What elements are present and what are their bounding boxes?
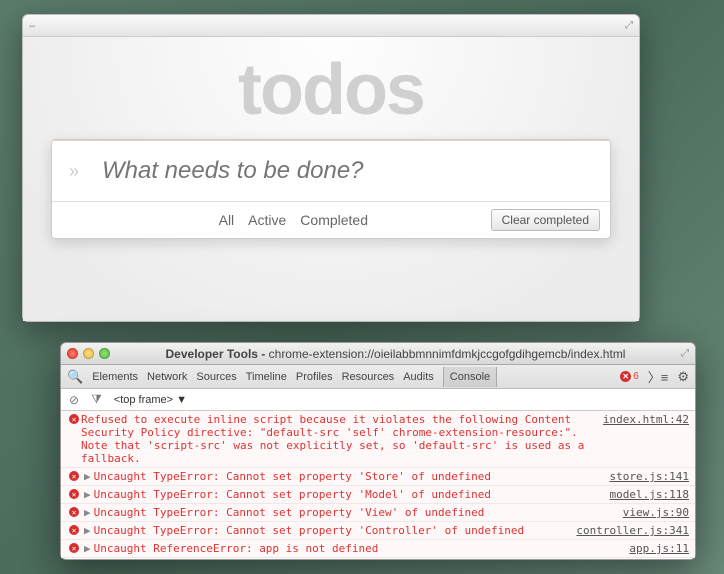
error-message: Refused to execute inline script because… (81, 413, 595, 465)
source-link[interactable]: index.html:42 (595, 413, 689, 426)
error-icon: ✕ (69, 543, 79, 553)
expand-arrow-icon[interactable]: ▶ (81, 542, 94, 555)
error-message: Uncaught ReferenceError: app is not defi… (94, 542, 622, 555)
footer-row: All Active Completed Clear completed (52, 202, 610, 238)
minimize-icon[interactable] (83, 348, 94, 359)
tab-elements[interactable]: Elements (92, 371, 138, 383)
filter-icon[interactable]: ⧩ (91, 392, 102, 407)
error-message: Uncaught TypeError: Cannot set property … (94, 506, 615, 519)
settings-gear-icon[interactable]: ⚙ (677, 369, 689, 385)
source-link[interactable]: model.js:118 (602, 488, 689, 501)
console-message-row: ✕Refused to execute inline script becaus… (61, 411, 695, 468)
console-message-row: ✕▶Uncaught TypeError: Cannot set propert… (61, 504, 695, 522)
devtools-window: Developer Tools - chrome-extension://oie… (60, 342, 696, 560)
clear-completed-button[interactable]: Clear completed (491, 209, 600, 231)
source-link[interactable]: store.js:141 (602, 470, 689, 483)
error-message: Uncaught TypeError: Cannot set property … (94, 470, 602, 483)
error-count-badge[interactable]: ✕ 6 (620, 371, 639, 382)
error-icon: ✕ (69, 525, 79, 535)
source-link[interactable]: controller.js:341 (568, 524, 689, 537)
error-icon: ✕ (69, 489, 79, 499)
drawer-toggle-icon[interactable]: 〉≡ (648, 367, 669, 386)
traffic-lights (67, 348, 110, 359)
source-link[interactable]: app.js:11 (621, 542, 689, 555)
tab-resources[interactable]: Resources (342, 371, 395, 383)
toggle-all-icon[interactable]: » (52, 161, 96, 182)
frame-selector[interactable]: <top frame> ▼ (114, 394, 187, 406)
clear-console-icon[interactable]: ⊘ (69, 393, 79, 407)
console-subbar: ⊘ ⧩ <top frame> ▼ (61, 389, 695, 411)
zoom-icon[interactable] (99, 348, 110, 359)
error-message: Uncaught TypeError: Cannot set property … (94, 488, 602, 501)
error-icon: ✕ (69, 507, 79, 517)
expand-arrow-icon[interactable]: ▶ (81, 470, 94, 483)
todo-card: » All Active Completed Clear completed (51, 139, 611, 239)
new-todo-input[interactable] (96, 151, 610, 191)
tab-console[interactable]: Console (443, 367, 497, 387)
tab-network[interactable]: Network (147, 371, 187, 383)
console-message-row: ✕▶Uncaught ReferenceError: app is not de… (61, 540, 695, 558)
expand-arrow-icon[interactable]: ▶ (81, 488, 94, 501)
close-icon[interactable] (67, 348, 78, 359)
devtools-titlebar[interactable]: Developer Tools - chrome-extension://oie… (61, 343, 695, 365)
source-link[interactable]: view.js:90 (615, 506, 689, 519)
tab-audits[interactable]: Audits (403, 371, 434, 383)
input-row: » (52, 140, 610, 202)
expand-icon[interactable]: ⤢ (617, 20, 633, 31)
console-message-row: ✕▶Uncaught TypeError: Cannot set propert… (61, 522, 695, 540)
error-icon: ✕ (69, 414, 79, 424)
tab-timeline[interactable]: Timeline (246, 371, 287, 383)
tab-profiles[interactable]: Profiles (296, 371, 333, 383)
todos-app-window: – ⤢ todos » All Active Completed Clear c… (22, 14, 640, 322)
filter-active[interactable]: Active (248, 212, 286, 228)
filter-completed[interactable]: Completed (300, 212, 368, 228)
error-icon: ✕ (69, 471, 79, 481)
devtools-toolbar: 🔍 Elements Network Sources Timeline Prof… (61, 365, 695, 389)
error-icon: ✕ (620, 371, 631, 382)
expand-arrow-icon[interactable]: ▶ (81, 506, 94, 519)
error-message: Uncaught TypeError: Cannot set property … (94, 524, 569, 537)
filter-group: All Active Completed (96, 212, 491, 228)
app-title: todos (23, 49, 639, 131)
app-body: todos » All Active Completed Clear compl… (23, 37, 639, 321)
expand-arrow-icon[interactable]: ▶ (81, 524, 94, 537)
error-count: 6 (633, 371, 639, 382)
inspect-icon[interactable]: 🔍 (67, 369, 83, 385)
console-output: ✕Refused to execute inline script becaus… (61, 411, 695, 559)
console-prompt[interactable]: › (61, 558, 695, 559)
console-message-row: ✕▶Uncaught TypeError: Cannot set propert… (61, 486, 695, 504)
maximize-icon[interactable]: ⤢ (681, 348, 689, 359)
console-message-row: ✕▶Uncaught TypeError: Cannot set propert… (61, 468, 695, 486)
filter-all[interactable]: All (219, 212, 235, 228)
tab-sources[interactable]: Sources (196, 371, 236, 383)
minimize-icon[interactable]: – (29, 20, 45, 32)
app-titlebar[interactable]: – ⤢ (23, 15, 639, 37)
devtools-title: Developer Tools - chrome-extension://oie… (116, 347, 675, 361)
